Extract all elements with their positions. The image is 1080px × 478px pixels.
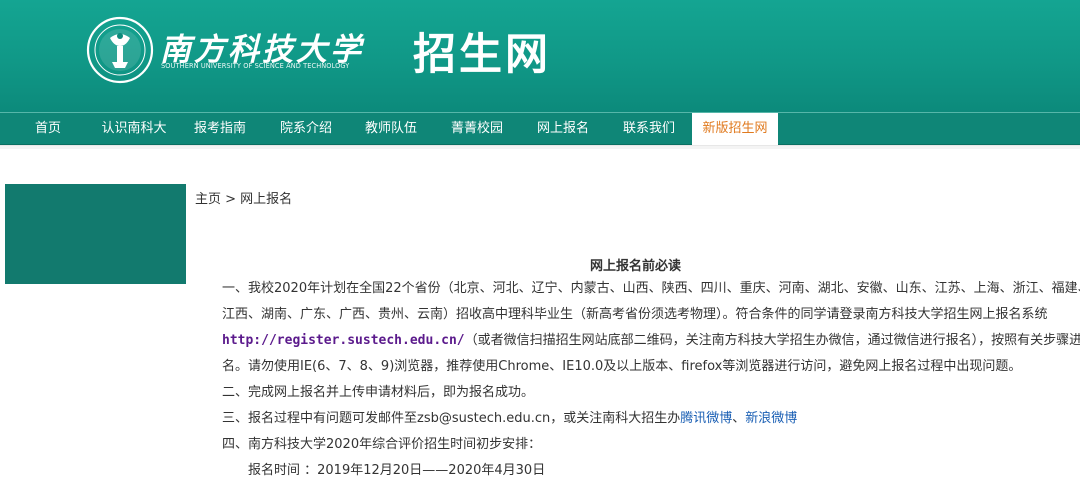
breadcrumb: 主页 > 网上报名	[195, 192, 293, 207]
nav-item-campus[interactable]: 菁菁校园	[444, 113, 510, 144]
nav-item-home[interactable]: 首页	[22, 113, 74, 144]
sidebar-block	[5, 184, 186, 284]
notice-item-1-line-2: 江西、湖南、广东、广西、贵州、云南）招收高中理科毕业生（新高考省份须选考物理）。…	[222, 307, 1048, 322]
notice-item-2: 二、完成网上报名并上传申请材料后，即为报名成功。	[222, 385, 535, 400]
nav-item-about[interactable]: 认识南科大	[95, 113, 173, 144]
nav-item-new-site[interactable]: 新版招生网	[692, 113, 778, 145]
registration-system-link[interactable]: http://register.sustech.edu.cn/	[222, 333, 465, 348]
nav-item-faculty[interactable]: 教师队伍	[358, 113, 424, 144]
main-nav: 首页 认识南科大 报考指南 院系介绍 教师队伍 菁菁校园 网上报名 联系我们 新…	[0, 112, 1080, 145]
notice-item-1-line-3-text: （或者微信扫描招生网站底部二维码，关注南方科技大学招生办微信，通过微信进行报名）…	[464, 333, 1080, 348]
nav-item-application-guide[interactable]: 报考指南	[187, 113, 253, 144]
link-separator: 、	[732, 411, 746, 426]
notice-item-1-line-3: http://register.sustech.edu.cn/（或者微信扫描招生…	[222, 329, 1080, 348]
tencent-weibo-link[interactable]: 腾讯微博	[680, 411, 732, 426]
site-title: 招生网	[413, 30, 551, 80]
notice-item-4-registration-time: 报名时间 ：2019年12月20日——2020年4月30日	[248, 463, 546, 478]
notice-item-1-line-4: 名。请勿使用IE(6、7、8、9)浏览器，推荐使用Chrome、IE10.0及以…	[222, 359, 1022, 374]
nav-item-contact[interactable]: 联系我们	[616, 113, 682, 144]
nav-item-online-registration[interactable]: 网上报名	[530, 113, 596, 144]
notice-item-3: 三、报名过程中有问题可发邮件至zsb@sustech.edu.cn，或关注南科大…	[222, 407, 797, 426]
notice-title: 网上报名前必读	[590, 259, 682, 274]
notice-item-1-line-1: 一、我校2020年计划在全国22个省份（北京、河北、辽宁、内蒙古、山西、陕西、四…	[222, 281, 1080, 296]
notice-item-3-text: 三、报名过程中有问题可发邮件至zsb@sustech.edu.cn，或关注南科大…	[222, 411, 681, 426]
nav-item-departments[interactable]: 院系介绍	[273, 113, 339, 144]
sina-weibo-link[interactable]: 新浪微博	[745, 411, 797, 426]
notice-item-4: 四、南方科技大学2020年综合评价招生时间初步安排：	[222, 437, 542, 452]
university-name-en: SOUTHERN UNIVERSITY OF SCIENCE AND TECHN…	[161, 62, 350, 70]
nav-divider	[0, 145, 1080, 149]
site-header: 南方科技大学 SOUTHERN UNIVERSITY OF SCIENCE AN…	[0, 0, 1080, 112]
university-emblem-icon	[86, 16, 154, 84]
